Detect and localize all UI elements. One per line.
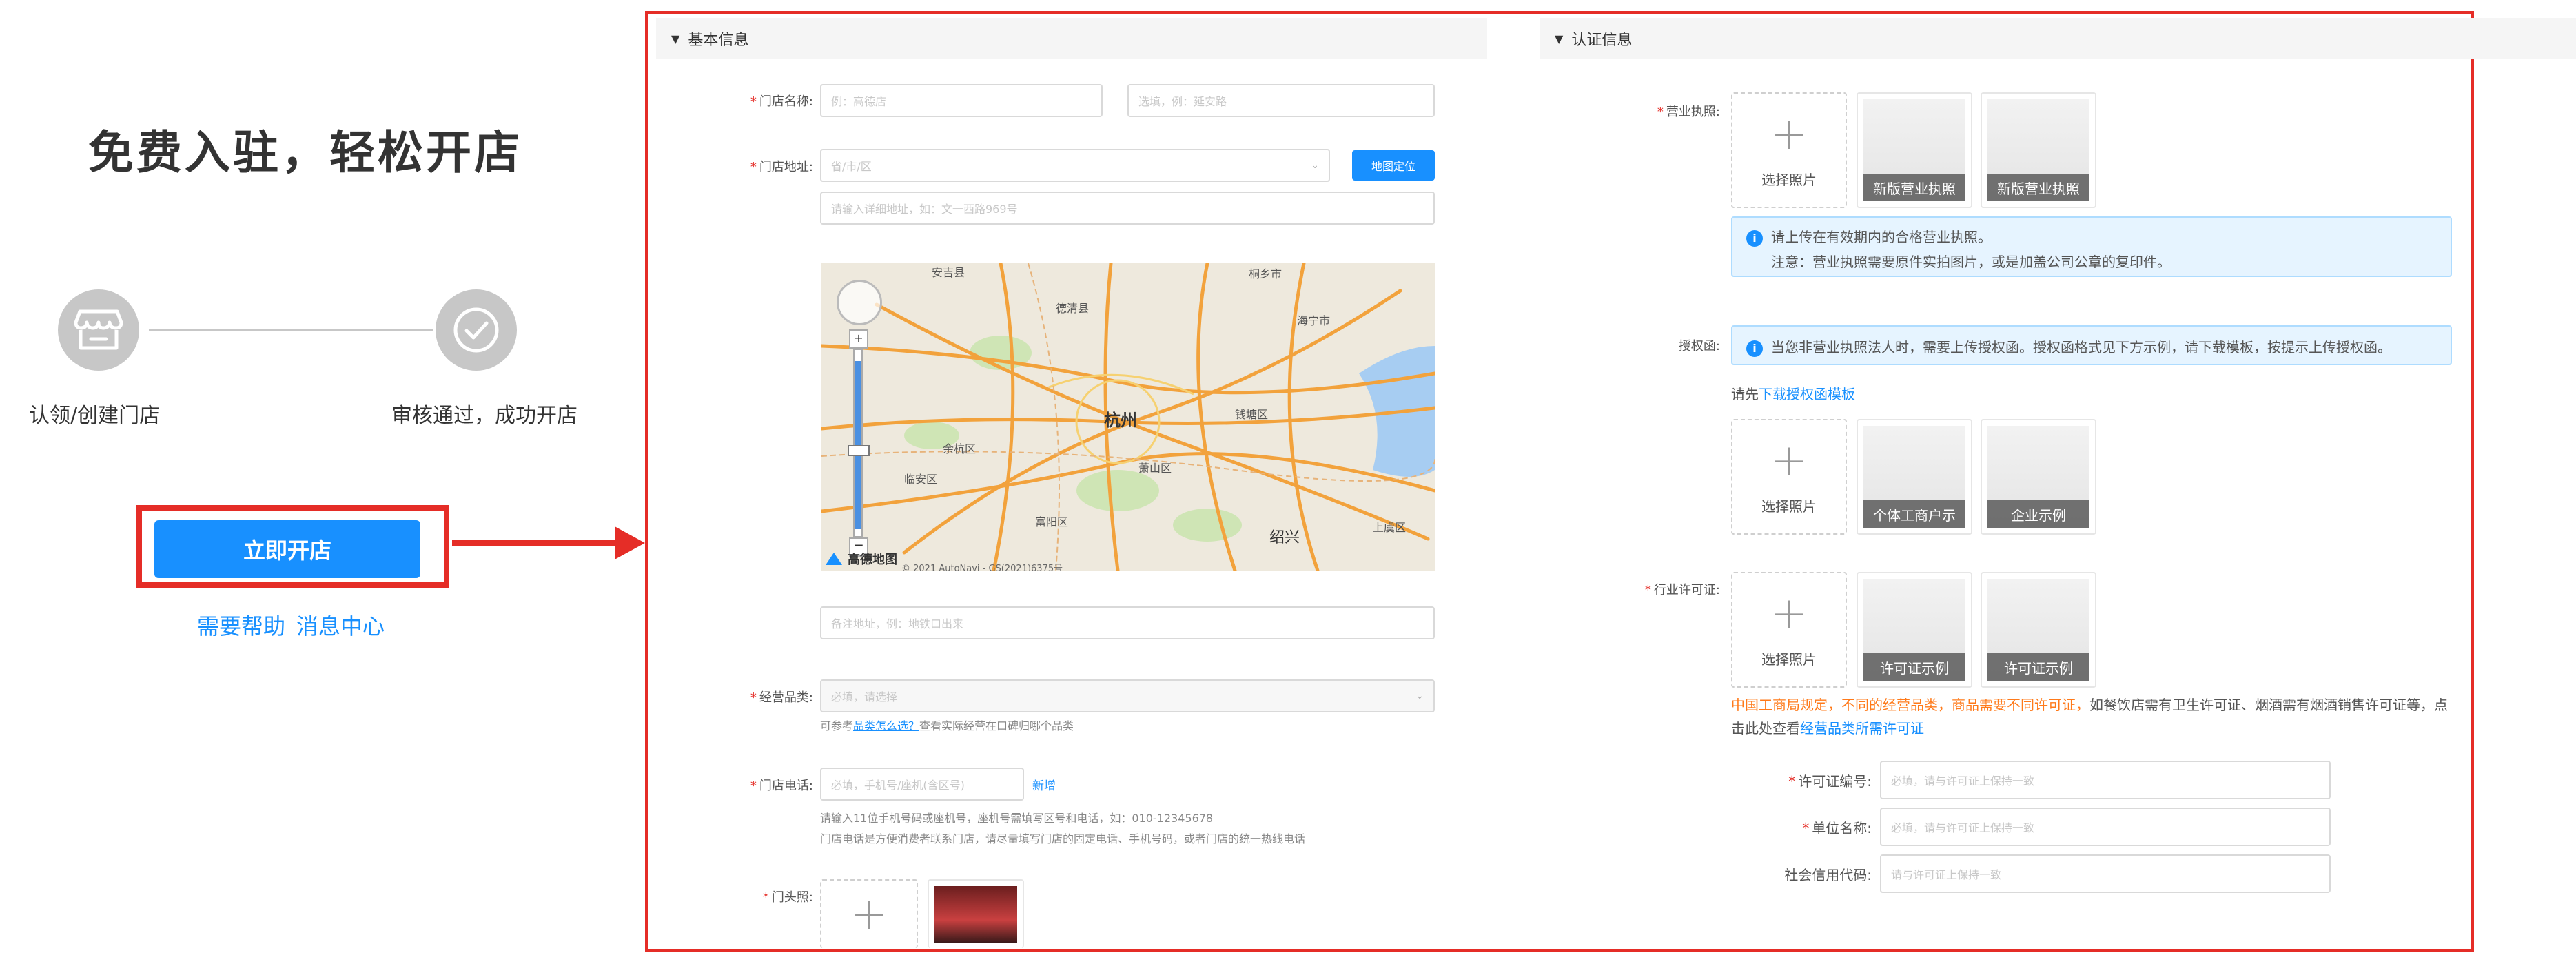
- plus-icon: +: [850, 889, 888, 940]
- zoom-in-button[interactable]: +: [849, 329, 868, 349]
- map-place-label: 海宁市: [1297, 314, 1331, 327]
- license-upload[interactable]: + 选择照片: [1731, 92, 1847, 208]
- check-circle-icon: [453, 307, 499, 353]
- license-sample-image: 新版营业执照: [1863, 99, 1965, 201]
- credit-code-input[interactable]: 请与许可证上保持一致: [1880, 854, 2331, 893]
- branch-name-input[interactable]: 选填，例：延安路: [1127, 84, 1435, 117]
- info-icon: i: [1746, 229, 1763, 247]
- pointer-arrow: [452, 540, 617, 546]
- step-create-store: [58, 289, 139, 371]
- store-address-label: * 门店地址:: [750, 160, 813, 174]
- map-locate-button[interactable]: 地图定位: [1352, 150, 1435, 181]
- store-name-input[interactable]: 例：高德店: [820, 84, 1103, 117]
- unit-name-label: * 单位名称:: [1802, 820, 1872, 836]
- authorization-sample-1: 个体工商户示: [1857, 419, 1972, 535]
- info-icon: i: [1746, 340, 1763, 357]
- authorization-sample-image: 企业示例: [1987, 426, 2089, 528]
- zoom-slider-handle[interactable]: [848, 445, 870, 456]
- license-sample-image: 新版营业执照: [1987, 99, 2089, 201]
- step-success: [436, 289, 517, 371]
- permit-no-input[interactable]: 必填，请与许可证上保持一致: [1880, 761, 2331, 799]
- open-store-button[interactable]: 立即开店: [154, 520, 420, 578]
- pan-control[interactable]: [837, 280, 882, 325]
- storefront-photo: [934, 886, 1017, 943]
- chevron-down-icon: ⌄: [1311, 160, 1319, 171]
- category-select[interactable]: 必填，请选择 ⌄: [820, 679, 1435, 712]
- storefront-upload[interactable]: +: [820, 879, 918, 948]
- map-place-label: 上虞区: [1373, 521, 1407, 534]
- collapse-triangle-icon: ▼: [1555, 32, 1564, 45]
- map-place-label: 桐乡市: [1249, 267, 1282, 280]
- message-center-link[interactable]: 消息中心: [296, 609, 385, 641]
- license-label: * 营业执照:: [1657, 105, 1720, 119]
- map-place-label: 绍兴: [1269, 529, 1300, 546]
- step-label-success: 审核通过，成功开店: [391, 404, 577, 428]
- download-template-link[interactable]: 下载授权函模板: [1759, 386, 1855, 402]
- map-copyright: © 2021 AutoNavi - GS(2021)6375号: [901, 564, 1063, 571]
- industry-permit-sample-1: 许可证示例: [1857, 572, 1972, 688]
- authorization-notice: i 当您非营业执照法人时，需要上传授权函。授权函格式见下方示例，请下载模板，按提示…: [1731, 325, 2452, 365]
- permit-no-label: * 许可证编号:: [1788, 773, 1872, 790]
- location-map[interactable]: + − 杭州 余杭区 临安区 富阳区 萧山区 钱塘区 绍兴 上虞区 海宁市 桐乡…: [821, 263, 1435, 571]
- industry-permit-label: * 行业许可证:: [1644, 583, 1720, 597]
- required-permits-link[interactable]: 经营品类所需许可证: [1800, 720, 1924, 737]
- permit-sample-image: 许可证示例: [1987, 579, 2089, 681]
- map-place-label: 临安区: [904, 473, 938, 486]
- map-place-label: 富阳区: [1035, 515, 1069, 528]
- storefront-label: * 门头照:: [762, 890, 813, 905]
- add-phone-link[interactable]: 新增: [1032, 776, 1056, 793]
- phone-hint-2: 门店电话是方便消费者联系门店，请尽量填写门店的固定电话、手机号码，或者门店的统一…: [820, 832, 1306, 845]
- license-notice: i 请上传在有效期内的合格营业执照。 注意：营业执照需要原件实拍图片，或是加盖公司…: [1731, 216, 2452, 277]
- permit-sample-image: 许可证示例: [1863, 579, 1965, 681]
- zoom-track[interactable]: [853, 349, 863, 537]
- phone-label: * 门店电话:: [750, 779, 813, 793]
- industry-permit-sample-2: 许可证示例: [1981, 572, 2096, 688]
- authorization-sample-image: 个体工商户示: [1863, 426, 1965, 528]
- credit-code-label: 社会信用代码:: [1784, 867, 1872, 883]
- step-connector: [149, 329, 433, 331]
- phone-input[interactable]: 必填，手机号/座机(含区号): [820, 768, 1024, 801]
- category-label: * 经营品类:: [750, 690, 813, 705]
- plus-icon: +: [1770, 435, 1808, 486]
- category-hint: 可参考品类怎么选？查看实际经营在口碑归哪个品类: [820, 719, 1074, 732]
- basic-info-title: 基本信息: [688, 32, 749, 49]
- auth-info-title: 认证信息: [1571, 32, 1633, 49]
- step-label-create: 认领/创建门店: [29, 404, 161, 428]
- hero-title: 免费入驻，轻松开店: [88, 126, 522, 179]
- address-detail-input[interactable]: 请输入详细地址，如：文一西路969号: [820, 192, 1435, 225]
- category-guide-link[interactable]: 品类怎么选？: [853, 719, 919, 732]
- industry-permit-notice: 中国工商局规定，不同的经营品类，商品需要不同许可证，如餐饮店需有卫生许可证、烟酒…: [1731, 697, 2448, 737]
- remark-address-input[interactable]: 备注地址，例：地铁口出来: [820, 606, 1435, 639]
- storefront-sample: [928, 879, 1024, 948]
- collapse-triangle-icon: ▼: [671, 32, 680, 45]
- plus-icon: +: [1770, 108, 1808, 160]
- basic-info-header[interactable]: ▼ 基本信息: [656, 18, 1487, 59]
- store-name-label: * 门店名称:: [750, 94, 813, 109]
- help-link[interactable]: 需要帮助: [197, 609, 285, 641]
- plus-icon: +: [1770, 588, 1808, 639]
- amap-logo-icon: [826, 553, 842, 565]
- unit-name-input[interactable]: 必填，请与许可证上保持一致: [1880, 808, 2331, 846]
- authorization-sample-2: 企业示例: [1981, 419, 2096, 535]
- auth-info-header[interactable]: ▼ 认证信息: [1540, 18, 2576, 59]
- map-place-label: 钱塘区: [1235, 408, 1269, 421]
- authorization-upload[interactable]: + 选择照片: [1731, 419, 1847, 535]
- authorization-label: 授权函:: [1678, 339, 1720, 353]
- store-icon: [74, 309, 123, 350]
- industry-permit-upload[interactable]: + 选择照片: [1731, 572, 1847, 688]
- license-sample-1: 新版营业执照: [1857, 92, 1972, 208]
- chevron-down-icon: ⌄: [1415, 690, 1424, 701]
- map-place-label: 安吉县: [932, 266, 965, 279]
- phone-hint-1: 请输入11位手机号码或座机号，座机号需填写区号和电话，如：010-1234567…: [820, 812, 1214, 825]
- license-sample-2: 新版营业执照: [1981, 92, 2096, 208]
- map-place-label: 萧山区: [1138, 462, 1172, 475]
- map-place-label: 德清县: [1056, 302, 1090, 315]
- download-template-row: 请先下载授权函模板: [1731, 386, 1855, 402]
- map-place-label: 余杭区: [943, 442, 977, 455]
- map-city-label: 杭州: [1104, 411, 1137, 430]
- region-select[interactable]: 省/市/区 ⌄: [820, 149, 1330, 182]
- amap-logo: 高德地图: [826, 550, 897, 568]
- pointer-arrow-head: [615, 526, 645, 559]
